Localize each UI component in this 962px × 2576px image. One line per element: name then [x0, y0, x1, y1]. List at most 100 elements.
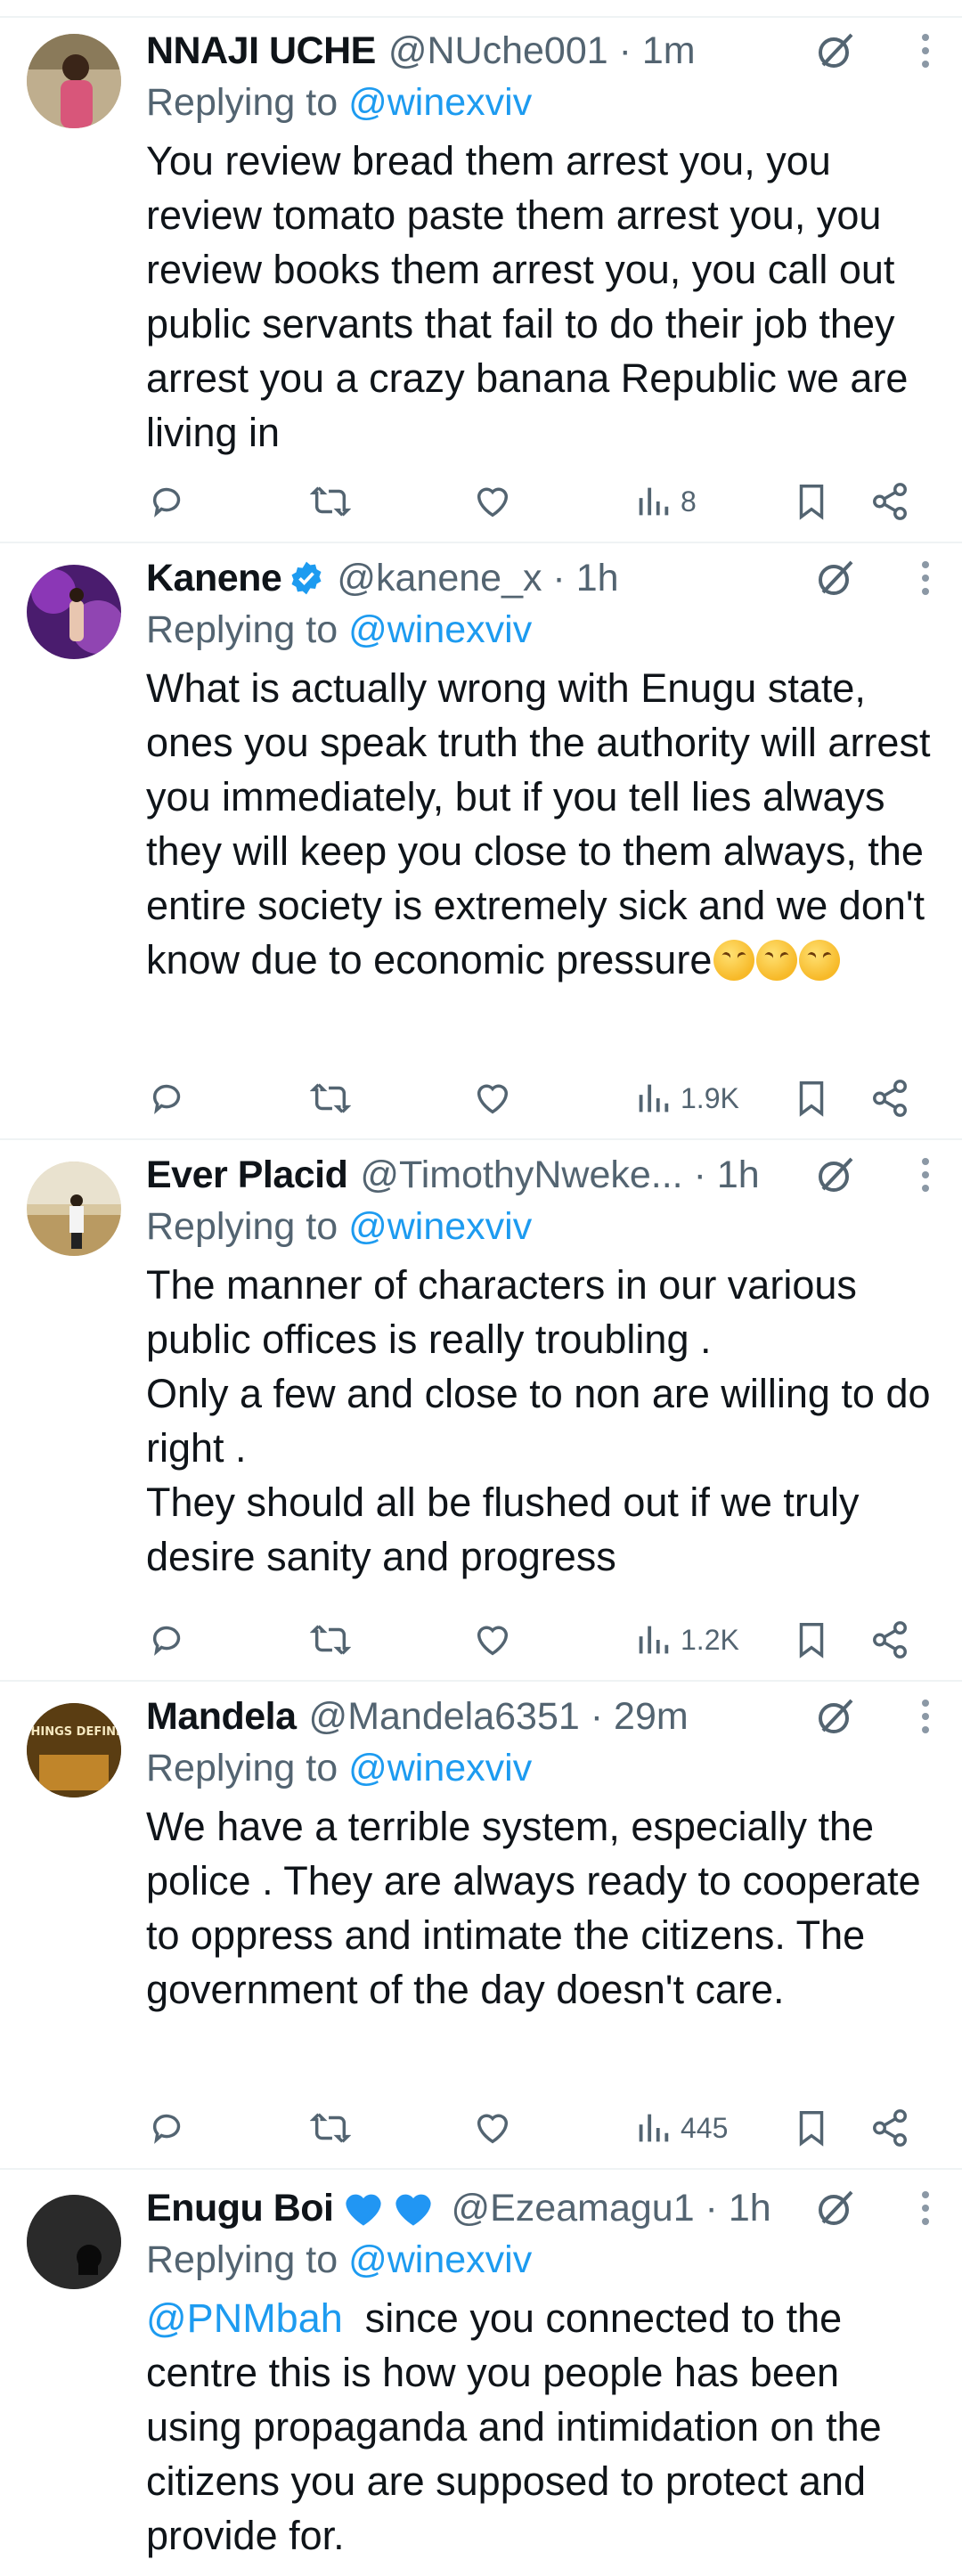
reply-to-handle[interactable]: @winexviv [348, 608, 532, 651]
avatar[interactable] [27, 1162, 121, 1256]
view-count: 1.2K [681, 1623, 739, 1656]
reply-button[interactable] [148, 481, 189, 522]
reply-icon [152, 487, 181, 518]
handle[interactable]: @Mandela6351 [309, 1695, 580, 1738]
reply-tweet[interactable]: TWO THINGS DEFINE YOU: Mandela @Mandela6… [0, 1682, 962, 2170]
reply-icon [152, 2114, 181, 2144]
display-name[interactable]: Mandela [146, 1695, 297, 1739]
more-options-icon[interactable] [921, 2190, 930, 2226]
handle-time: @TimothyNweke... · 1h [360, 1153, 760, 1196]
replying-to-label: Replying to [146, 2238, 338, 2281]
display-name[interactable]: Kanene [146, 557, 282, 600]
replying-to: Replying to @winexviv [146, 1201, 935, 1252]
bookmark-button[interactable] [791, 1619, 832, 1660]
retweet-button[interactable] [310, 2107, 351, 2148]
grok-icon[interactable] [814, 557, 857, 599]
action-bar: 445 [0, 2088, 962, 2168]
reply-button[interactable] [148, 2107, 189, 2148]
avatar[interactable] [27, 2195, 121, 2289]
views-button[interactable]: 445 [632, 2107, 728, 2148]
more-options-icon[interactable] [921, 560, 930, 596]
mention-link[interactable]: @PNMbah [146, 2295, 343, 2341]
share-button[interactable] [869, 481, 910, 522]
action-bar: 8 [0, 461, 962, 542]
reply-icon [152, 1084, 181, 1114]
replying-to-label: Replying to [146, 81, 338, 124]
view-count: 445 [681, 2111, 729, 2144]
handle[interactable]: @kanene_x [337, 557, 542, 599]
share-icon [873, 2109, 907, 2147]
like-button[interactable] [472, 481, 513, 522]
timestamp[interactable]: 1h [717, 1153, 760, 1196]
display-name[interactable]: Ever Placid [146, 1153, 348, 1197]
timestamp[interactable]: 1h [576, 557, 619, 599]
replying-to: Replying to @winexviv [146, 1742, 935, 1794]
reply-tweet[interactable]: NNAJI UCHE @NUche001 · 1m Replying to @w… [0, 18, 962, 543]
handle-time: @Ezeamagu1 · 1h [451, 2186, 771, 2230]
reply-to-handle[interactable]: @winexviv [348, 1205, 532, 1248]
bookmark-button[interactable] [791, 2107, 832, 2148]
more-options-icon[interactable] [921, 33, 930, 69]
avatar[interactable] [27, 34, 121, 128]
bookmark-icon [799, 1081, 824, 1117]
bookmark-button[interactable] [791, 481, 832, 522]
analytics-icon [639, 2114, 669, 2142]
like-button[interactable] [472, 1619, 513, 1660]
heart-icon [477, 487, 509, 518]
retweet-button[interactable] [310, 1078, 351, 1119]
like-button[interactable] [472, 1078, 513, 1119]
reply-to-handle[interactable]: @winexviv [348, 2238, 532, 2281]
bookmark-icon [799, 1623, 824, 1659]
view-count: 1.9K [681, 1081, 739, 1114]
handle[interactable]: @TimothyNweke... [360, 1153, 682, 1196]
grok-icon[interactable] [814, 1695, 857, 1738]
grok-icon[interactable] [814, 1153, 857, 1196]
views-button[interactable]: 1.2K [632, 1619, 739, 1660]
tweet-text: What is actually wrong with Enugu state,… [146, 665, 942, 982]
reply-to-handle[interactable]: @winexviv [348, 81, 532, 124]
bookmark-button[interactable] [791, 1078, 832, 1119]
avatar[interactable]: TWO THINGS DEFINE YOU: [27, 1703, 121, 1797]
like-button[interactable] [472, 2107, 513, 2148]
handle[interactable]: @Ezeamagu1 [451, 2187, 694, 2230]
replying-to-label: Replying to [146, 1747, 338, 1789]
share-button[interactable] [869, 2107, 910, 2148]
tweet-body: What is actually wrong with Enugu state,… [146, 661, 935, 987]
more-options-icon[interactable] [921, 1157, 930, 1193]
retweet-button[interactable] [310, 1619, 351, 1660]
retweet-button[interactable] [310, 481, 351, 522]
handle-time: @NUche001 · 1m [387, 29, 696, 72]
share-icon [873, 1621, 907, 1659]
timestamp[interactable]: 1h [729, 2187, 771, 2230]
replying-to: Replying to @winexviv [146, 2234, 935, 2286]
heart-icon [477, 1626, 509, 1656]
replying-to: Replying to @winexviv [146, 77, 935, 128]
replying-to-label: Replying to [146, 1205, 338, 1248]
share-button[interactable] [869, 1078, 910, 1119]
reply-tweet[interactable]: Enugu Boi @Ezeamagu1 · 1h Replying to @w… [0, 2170, 962, 2562]
grok-icon[interactable] [814, 29, 857, 72]
share-icon [873, 1080, 907, 1117]
timestamp[interactable]: 1m [642, 29, 696, 72]
views-button[interactable]: 8 [632, 481, 697, 522]
reply-button[interactable] [148, 1619, 189, 1660]
more-options-icon[interactable] [921, 1699, 930, 1734]
analytics-icon [639, 487, 669, 516]
handle-time: @Mandela6351 · 29m [308, 1694, 689, 1738]
grok-icon[interactable] [814, 2187, 857, 2230]
share-icon [873, 483, 907, 520]
avatar[interactable] [27, 565, 121, 659]
timestamp[interactable]: 29m [614, 1695, 689, 1738]
replying-to-label: Replying to [146, 608, 338, 651]
views-button[interactable]: 1.9K [632, 1078, 739, 1119]
reply-to-handle[interactable]: @winexviv [348, 1747, 532, 1789]
reply-button[interactable] [148, 1078, 189, 1119]
analytics-icon [639, 1084, 669, 1113]
reply-feed: NNAJI UCHE @NUche001 · 1m Replying to @w… [0, 0, 962, 2562]
handle[interactable]: @NUche001 [388, 29, 608, 72]
share-button[interactable] [869, 1619, 910, 1660]
display-name[interactable]: Enugu Boi [146, 2187, 334, 2230]
display-name[interactable]: NNAJI UCHE [146, 29, 376, 73]
reply-tweet[interactable]: Ever Placid @TimothyNweke... · 1h Replyi… [0, 1140, 962, 1682]
reply-tweet[interactable]: Kanene @kanene_x · 1h Replying to @winex… [0, 543, 962, 1140]
